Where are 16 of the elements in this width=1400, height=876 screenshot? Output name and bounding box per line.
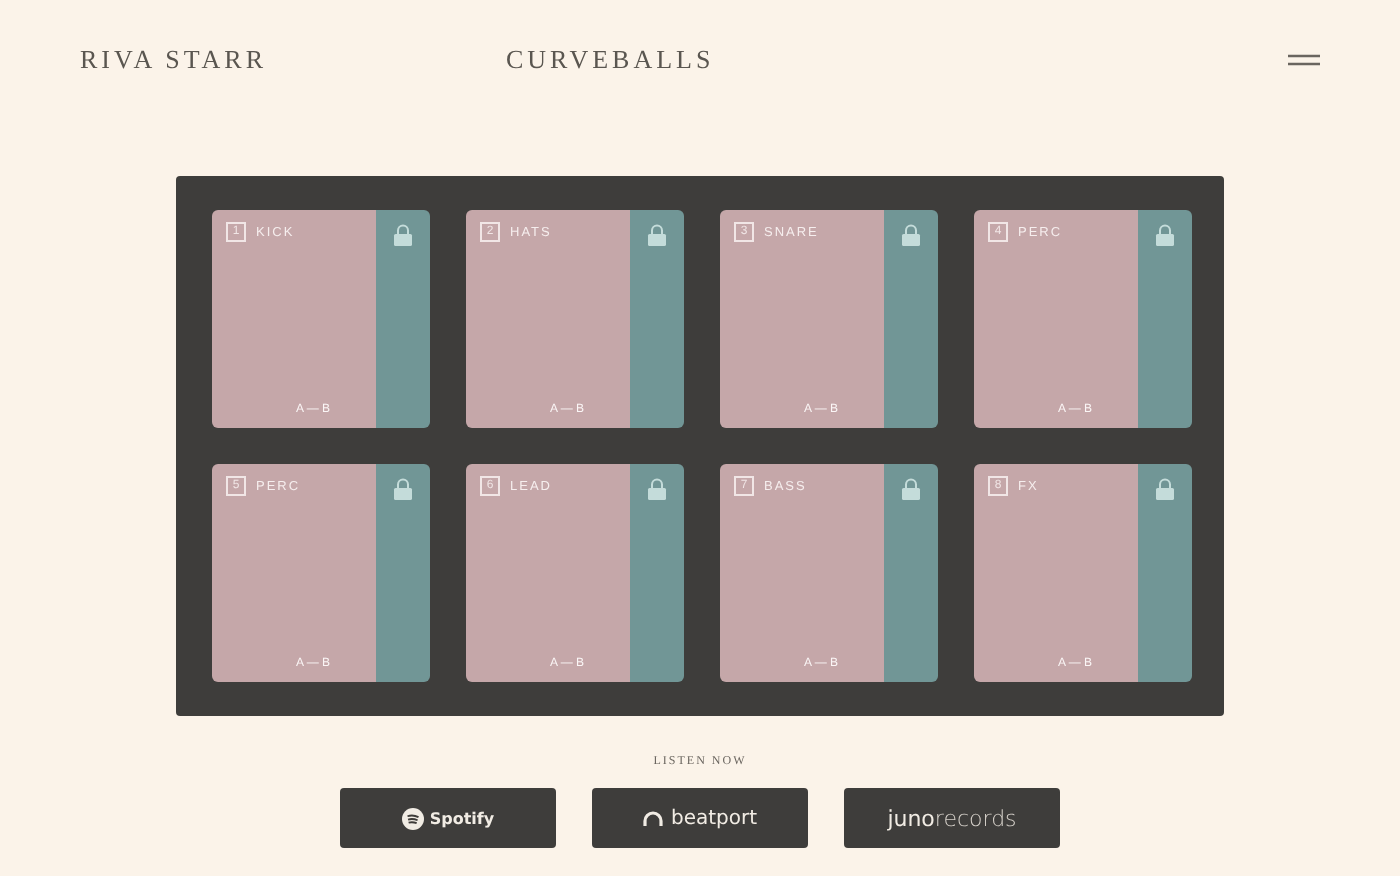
headphones-icon bbox=[642, 809, 665, 827]
lock-icon[interactable] bbox=[646, 224, 668, 246]
store-button[interactable]: Spotify bbox=[340, 788, 556, 848]
menu-icon[interactable] bbox=[1288, 54, 1320, 66]
lock-icon[interactable] bbox=[1154, 478, 1176, 500]
lock-icon[interactable] bbox=[1154, 224, 1176, 246]
spotify-icon bbox=[401, 807, 424, 829]
lock-icon[interactable] bbox=[392, 224, 414, 246]
artist-name: RIVA STARR bbox=[80, 44, 269, 76]
lock-icon[interactable] bbox=[392, 478, 414, 500]
lock-icon[interactable] bbox=[646, 478, 668, 500]
lock-icon[interactable] bbox=[900, 478, 922, 500]
store-button[interactable]: junorecords bbox=[844, 788, 1060, 848]
release-title: CURVEBALLS bbox=[506, 44, 715, 76]
store-button[interactable]: beatport bbox=[592, 788, 808, 848]
lock-icon[interactable] bbox=[900, 224, 922, 246]
